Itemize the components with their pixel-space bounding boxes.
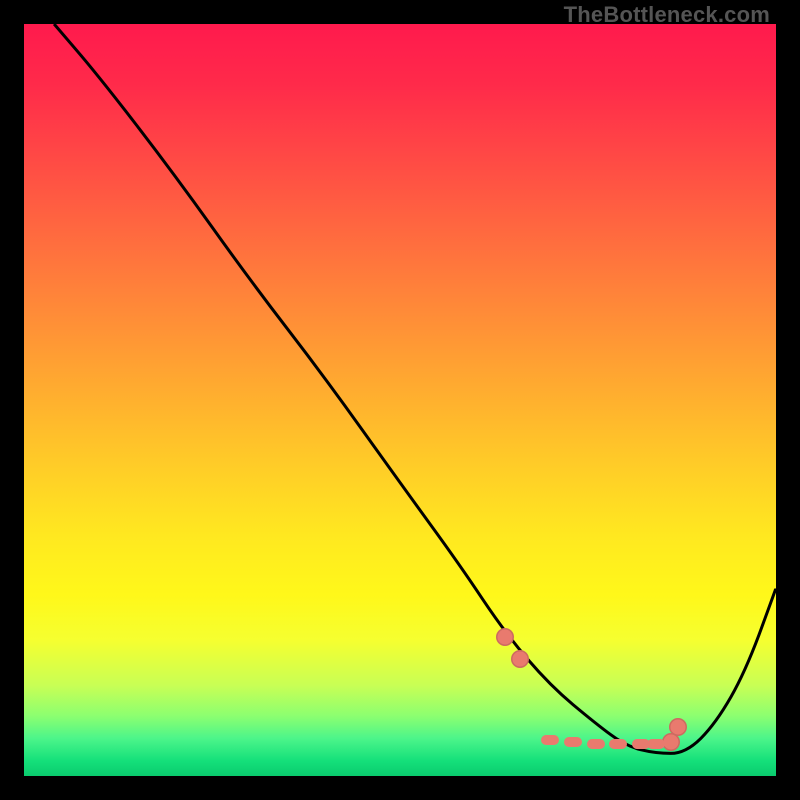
marker-dot: [511, 650, 529, 668]
marker-pill: [587, 739, 605, 749]
bottleneck-curve: [24, 24, 776, 776]
marker-pill: [564, 737, 582, 747]
curve-path: [54, 24, 776, 753]
marker-pill: [647, 739, 665, 749]
marker-pill: [541, 735, 559, 745]
marker-dot: [669, 718, 687, 736]
plot-area: [24, 24, 776, 776]
chart-stage: TheBottleneck.com: [0, 0, 800, 800]
marker-pill: [609, 739, 627, 749]
marker-dot: [496, 628, 514, 646]
